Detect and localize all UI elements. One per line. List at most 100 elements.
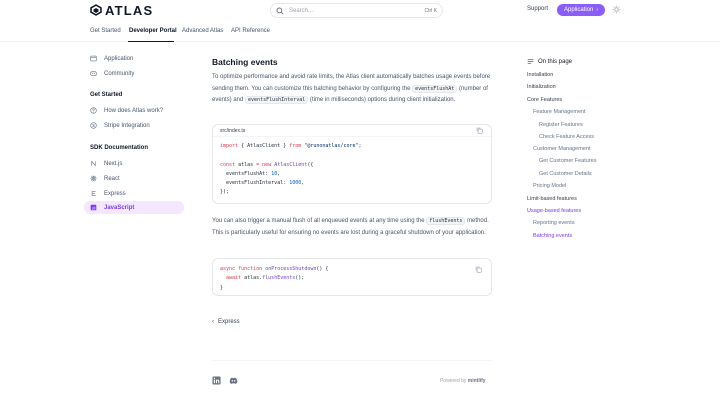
logo-text: ATLAS (105, 2, 154, 18)
toc-item-feature-management[interactable]: Feature Management (533, 109, 586, 115)
toc-item-initialization[interactable]: Initialization (527, 84, 556, 90)
sidebar-item-nextjs[interactable]: Next.js (84, 157, 184, 170)
list-icon (527, 59, 534, 64)
react-icon (90, 175, 97, 182)
code-token: eventsFlushInterval: (220, 180, 290, 187)
toc-item-limit-based-features[interactable]: Limit-based features (527, 196, 577, 202)
prev-page-link[interactable]: ‹ Express (212, 319, 240, 325)
sidebar-item-label: Community (104, 70, 135, 77)
code-token: eventsFlushAt: (220, 170, 272, 177)
atlas-logo-icon (90, 4, 102, 16)
search-input[interactable]: Search... Ctrl K (270, 3, 443, 18)
tab-advanced-atlas[interactable]: Advanced Atlas (182, 28, 223, 34)
sidebar-item-stripe-integration[interactable]: Stripe Integration (84, 119, 184, 132)
toc-item-get-customer-features[interactable]: Get Customer Features (539, 158, 596, 164)
code-block-client-init: src/index.ts import { AtlasClient } from… (212, 124, 492, 204)
copy-icon[interactable] (476, 127, 483, 134)
sidebar-item-label: Application (104, 55, 134, 62)
chevron-right-icon: › (596, 7, 599, 13)
application-button[interactable]: Application › (557, 4, 605, 16)
code-token: await (220, 275, 242, 282)
atlas-logo[interactable]: ATLAS (90, 2, 154, 18)
tab-api-reference[interactable]: API Reference (231, 28, 270, 34)
sidebar-heading-get-started: Get Started (90, 92, 123, 98)
code-token: "@runonatlas/core" (304, 143, 359, 149)
code-token: flushEvents (262, 275, 296, 282)
powered-by-brand: mintlify (467, 378, 486, 384)
sidebar-item-how-atlas-works[interactable]: How does Atlas work? (84, 104, 184, 117)
sidebar-item-label: Stripe Integration (104, 122, 150, 129)
stripe-icon (90, 122, 97, 129)
toc-title-label: On this page (538, 58, 573, 65)
prev-page-label: Express (218, 319, 240, 325)
top-tabs: Get Started Developer Portal Advanced At… (0, 22, 720, 42)
code-token: , (277, 170, 281, 177)
tab-developer-portal[interactable]: Developer Portal (129, 28, 177, 34)
community-icon (90, 71, 97, 76)
code-content: async function onProcessShutdown() { awa… (213, 259, 491, 293)
code-token: ({ (307, 161, 314, 168)
toc-item-core-features[interactable]: Core Features (527, 97, 562, 103)
javascript-icon (90, 204, 97, 211)
code-token: AtlasClient (271, 161, 308, 168)
sidebar-item-express[interactable]: Express (84, 187, 184, 200)
toc-item-check-feature-access[interactable]: Check Feature Access (539, 134, 594, 140)
sidebar-item-label: How does Atlas work? (104, 107, 164, 114)
nextjs-icon (91, 160, 96, 167)
code-token: } (220, 284, 224, 291)
copy-icon[interactable] (475, 266, 482, 273)
sidebar-item-javascript[interactable]: JavaScript (84, 201, 184, 214)
support-link[interactable]: Support (527, 6, 548, 12)
code-token: async (220, 266, 236, 272)
sidebar-item-label: Express (104, 190, 126, 197)
toc-item-installation[interactable]: Installation (527, 72, 553, 78)
inline-code-events-flush-at: eventsFlushAt (412, 84, 458, 93)
code-token: atlas (235, 161, 257, 168)
code-token: function (238, 266, 263, 272)
linkedin-icon[interactable] (212, 376, 221, 385)
code-token: new (262, 161, 272, 168)
code-token: , (301, 180, 305, 187)
code-token: const (220, 161, 236, 168)
powered-by[interactable]: Powered by mintlify (440, 378, 486, 384)
code-content: import { AtlasClient } from "@runonatlas… (213, 137, 491, 198)
code-token: atlas. (241, 275, 263, 282)
code-block-header: src/index.ts (213, 125, 491, 137)
toc-item-reporting-events[interactable]: Reporting events (533, 220, 575, 226)
code-token: from (289, 143, 302, 149)
discord-icon[interactable] (229, 376, 238, 385)
search-icon (276, 6, 284, 15)
sidebar-heading-sdk-documentation: SDK Documentation (90, 145, 149, 151)
toc-item-usage-based-features[interactable]: Usage-based features (527, 208, 581, 214)
sidebar-item-community[interactable]: Community (84, 67, 184, 80)
window-icon (90, 55, 97, 62)
powered-by-label: Powered by (440, 378, 467, 384)
toc-item-customer-management[interactable]: Customer Management (533, 146, 590, 152)
code-token: import (220, 143, 239, 149)
code-token: { AtlasClient } (238, 143, 290, 149)
toc-item-register-features[interactable]: Register Features (539, 122, 583, 128)
paragraph-batching-intro: To optimize performance and avoid rate l… (212, 72, 492, 107)
page-title: Batching events (212, 57, 278, 67)
express-icon (91, 191, 96, 196)
search-placeholder: Search... (289, 7, 314, 14)
search-shortcut: Ctrl K (424, 7, 438, 14)
toc-item-batching-events[interactable]: Batching events (533, 233, 572, 239)
sidebar-item-label: React (104, 175, 120, 182)
sidebar-item-label: JavaScript (104, 204, 135, 211)
inline-code-flush-events: flushEvents (426, 217, 466, 225)
tab-get-started[interactable]: Get Started (90, 28, 121, 34)
sun-icon[interactable] (612, 5, 621, 14)
chevron-left-icon: ‹ (212, 319, 214, 325)
sidebar-item-react[interactable]: React (84, 172, 184, 185)
code-token: }); (220, 189, 230, 196)
paragraph-manual-flush: You can also trigger a manual flush of a… (212, 216, 492, 239)
footer-divider (212, 360, 492, 361)
paragraph-text: (time in milliseconds) options during cl… (309, 97, 456, 103)
code-token: 1000 (289, 180, 302, 187)
active-tab-indicator (128, 41, 174, 42)
paragraph-text: You can also trigger a manual flush of a… (212, 218, 425, 224)
sidebar-item-application[interactable]: Application (84, 52, 184, 65)
toc-item-pricing-model[interactable]: Pricing Model (533, 183, 566, 189)
toc-item-get-customer-details[interactable]: Get Customer Details (539, 171, 592, 177)
